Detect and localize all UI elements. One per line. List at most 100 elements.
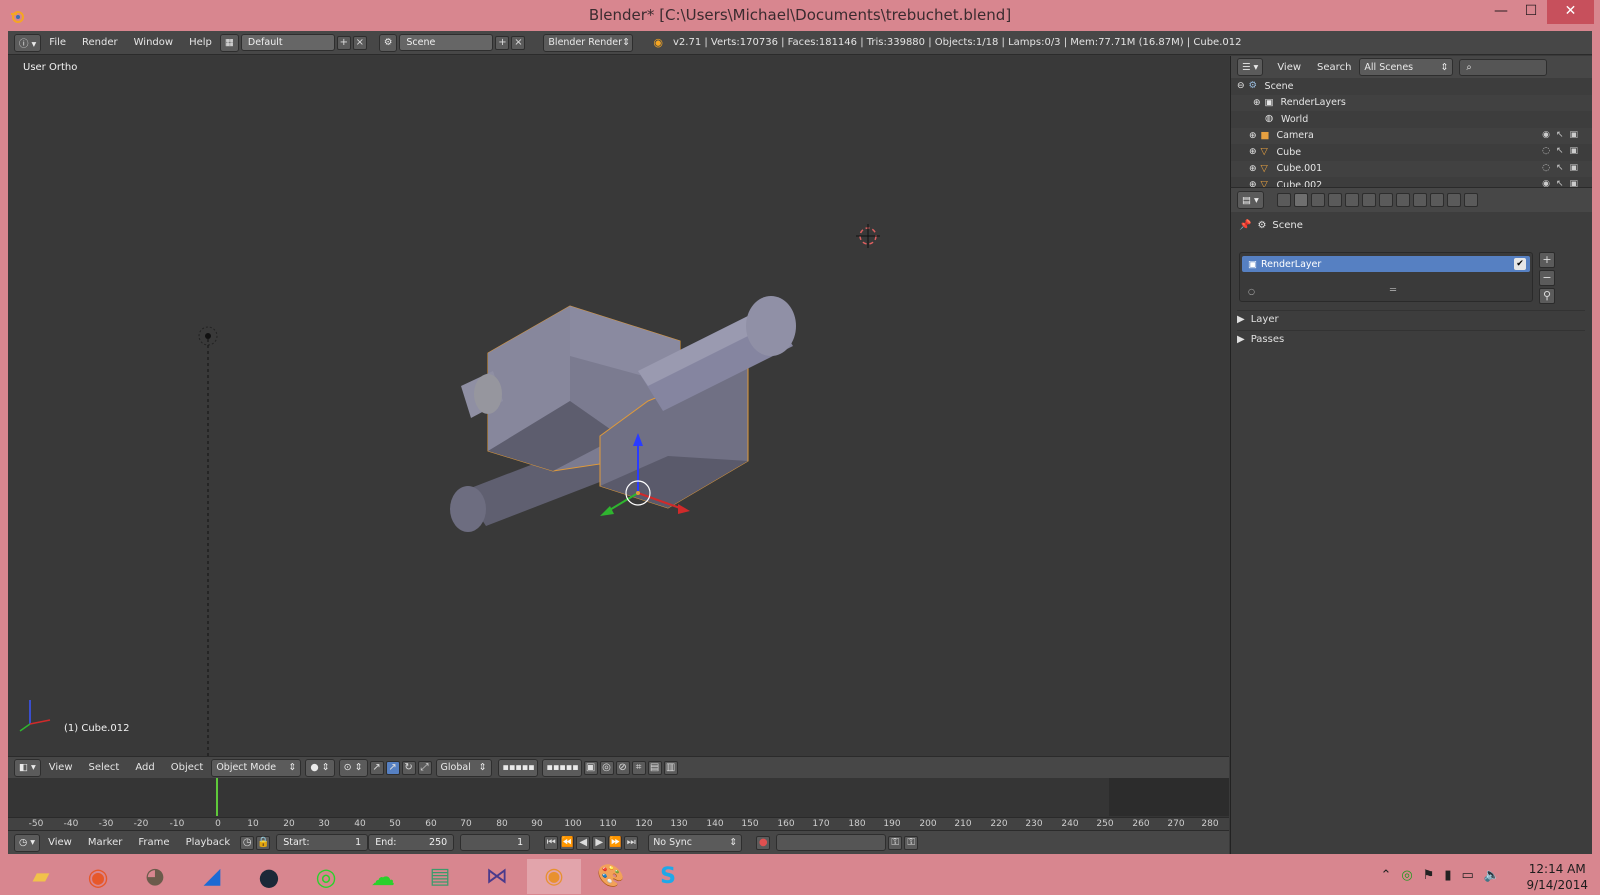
list-resize-handle[interactable]: ═: [1390, 285, 1396, 296]
taskbar-app[interactable]: ◕: [128, 859, 182, 894]
taskbar-app[interactable]: ◎: [299, 859, 353, 894]
taskbar-app[interactable]: ▰: [14, 859, 68, 894]
render-layer-checkbox[interactable]: ✔: [1514, 258, 1526, 270]
volume-icon[interactable]: 🔈: [1484, 868, 1500, 883]
screen-layout-icon[interactable]: ▦: [219, 33, 239, 52]
menu-object[interactable]: Object: [163, 762, 212, 773]
power-icon[interactable]: ▮: [1444, 868, 1451, 883]
render-toggle-icon[interactable]: ▣: [1569, 163, 1578, 173]
taskbar-app-active[interactable]: ◉: [527, 859, 581, 894]
lock-range-icon[interactable]: 🔒: [256, 835, 271, 850]
scene-icon[interactable]: ⚙: [378, 33, 398, 52]
menu-render[interactable]: Render: [74, 37, 126, 48]
material-tab-icon[interactable]: [1412, 193, 1427, 207]
layout-field[interactable]: Default: [240, 34, 335, 51]
current-frame-field[interactable]: 1: [460, 834, 531, 851]
timeline-ruler[interactable]: -50 -40 -30 -20 -10 0 10 20 30 40 50 60 …: [8, 817, 1229, 830]
outliner-menu-view[interactable]: View: [1269, 62, 1309, 73]
preview-range-icon[interactable]: ◷: [240, 835, 255, 850]
taskbar-app[interactable]: ◢: [185, 859, 239, 894]
render-preview-icon[interactable]: ▤: [647, 760, 662, 775]
menu-select[interactable]: Select: [81, 762, 128, 773]
pin-icon[interactable]: 📌: [1239, 220, 1251, 231]
outliner-search-input[interactable]: ⌕: [1459, 58, 1548, 76]
scene-field[interactable]: Scene: [399, 34, 494, 51]
action-center-flag-icon[interactable]: ⚑: [1423, 868, 1435, 883]
outliner-editor-type-icon[interactable]: ☰ ▾: [1237, 58, 1264, 76]
snap-toggle-icon[interactable]: ⊘: [615, 760, 630, 775]
cursor-select-icon[interactable]: ↖: [1556, 146, 1564, 156]
minimize-button[interactable]: —: [1486, 0, 1516, 24]
eye-icon[interactable]: ◉: [1542, 130, 1550, 140]
clock[interactable]: 12:14 AM 9/14/2014: [1526, 861, 1588, 893]
layers-grid-1[interactable]: ▪▪▪▪▪: [497, 758, 538, 777]
rotate-icon[interactable]: ↻: [401, 760, 416, 775]
snap-element-icon[interactable]: ⌗: [631, 760, 646, 775]
menu-file[interactable]: File: [41, 37, 74, 48]
remove-layout-icon[interactable]: ×: [352, 35, 367, 50]
taskbar-app[interactable]: ⋈: [470, 859, 524, 894]
layers-grid-2[interactable]: ▪▪▪▪▪: [541, 758, 582, 777]
eye-icon[interactable]: ◌: [1542, 163, 1550, 173]
razer-tray-icon[interactable]: ◎: [1401, 868, 1412, 883]
taskbar-app[interactable]: 🎨: [584, 859, 638, 894]
selected-object-mesh[interactable]: [450, 296, 796, 532]
viewport-canvas[interactable]: [8, 56, 1229, 756]
layer-section-header[interactable]: ▶ Layer: [1237, 310, 1585, 328]
lamp-icon[interactable]: [198, 326, 218, 756]
timeline-menu-playback[interactable]: Playback: [178, 837, 239, 848]
add-scene-icon[interactable]: +: [495, 35, 510, 50]
end-frame-field[interactable]: End: 250: [368, 834, 455, 851]
view3d-editor-type-icon[interactable]: ◧ ▾: [14, 758, 41, 777]
render-layers-tab-icon[interactable]: [1293, 193, 1308, 207]
pivot-icon[interactable]: ⊙ ⇕: [338, 758, 368, 777]
taskbar-app[interactable]: ☁: [356, 859, 410, 894]
jump-keyframe-back-icon[interactable]: ⏪: [560, 835, 575, 850]
outliner-row-renderlayers[interactable]: ⊕ ▣ RenderLayers: [1231, 94, 1592, 111]
delete-keyframe-icon[interactable]: ⚿: [904, 835, 919, 850]
add-render-layer-button[interactable]: +: [1539, 252, 1555, 268]
show-hidden-icons-icon[interactable]: ⌃: [1380, 868, 1391, 883]
jump-keyframe-forward-icon[interactable]: ⏩: [608, 835, 623, 850]
render-animation-icon[interactable]: ▥: [663, 760, 678, 775]
start-frame-field[interactable]: Start: 1: [276, 834, 369, 851]
play-reverse-icon[interactable]: ◀: [576, 835, 591, 850]
world-tab-icon[interactable]: [1327, 193, 1342, 207]
render-engine-select[interactable]: Blender Render ⇕: [543, 33, 634, 52]
scale-icon[interactable]: ⤢: [417, 760, 432, 775]
outliner-row-camera[interactable]: ⊕ ■ Camera ◉ ↖ ▣: [1231, 127, 1592, 144]
outliner-row-scene[interactable]: ⊖ ⚙ Scene: [1231, 78, 1592, 95]
taskbar-app[interactable]: ●: [242, 859, 296, 894]
remove-render-layer-button[interactable]: −: [1539, 270, 1555, 286]
frame-cursor[interactable]: [216, 778, 218, 816]
object-tab-icon[interactable]: [1344, 193, 1359, 207]
keying-set-field[interactable]: [776, 834, 887, 851]
list-filter-icon[interactable]: ○: [1248, 287, 1255, 296]
timeline-area[interactable]: -50 -40 -30 -20 -10 0 10 20 30 40 50 60 …: [8, 778, 1229, 830]
jump-end-icon[interactable]: ⏭: [624, 835, 639, 850]
sync-select[interactable]: No Sync ⇕: [648, 833, 743, 852]
outliner-row-cube-001[interactable]: ⊕ ▽ Cube.001 ◌ ↖ ▣: [1231, 160, 1592, 177]
expand-icon[interactable]: ⊖: [1237, 81, 1245, 91]
render-layer-specials-button[interactable]: ⚲: [1539, 288, 1555, 304]
jump-start-icon[interactable]: ⏮: [544, 835, 559, 850]
record-icon[interactable]: ●: [756, 835, 771, 850]
orientation-select[interactable]: Global ⇕: [435, 758, 492, 777]
texture-tab-icon[interactable]: [1429, 193, 1444, 207]
outliner-row-cube[interactable]: ⊕ ▽ Cube ◌ ↖ ▣: [1231, 144, 1592, 161]
eye-icon[interactable]: ◌: [1542, 146, 1550, 156]
menu-add[interactable]: Add: [127, 762, 162, 773]
cursor-select-icon[interactable]: ↖: [1556, 130, 1564, 140]
lock-layers-icon[interactable]: ▣: [583, 760, 598, 775]
expand-icon[interactable]: ⊕: [1249, 147, 1257, 157]
physics-tab-icon[interactable]: [1463, 193, 1478, 207]
add-layout-icon[interactable]: +: [336, 35, 351, 50]
modifiers-tab-icon[interactable]: [1378, 193, 1393, 207]
render-toggle-icon[interactable]: ▣: [1569, 130, 1578, 140]
render-tab-icon[interactable]: [1276, 193, 1291, 207]
mode-select[interactable]: Object Mode ⇕: [211, 758, 302, 777]
maximize-button[interactable]: ☐: [1516, 0, 1546, 24]
timeline-menu-view[interactable]: View: [40, 837, 80, 848]
expand-icon[interactable]: ⊕: [1249, 131, 1257, 141]
insert-keyframe-icon[interactable]: ⚿: [888, 835, 903, 850]
